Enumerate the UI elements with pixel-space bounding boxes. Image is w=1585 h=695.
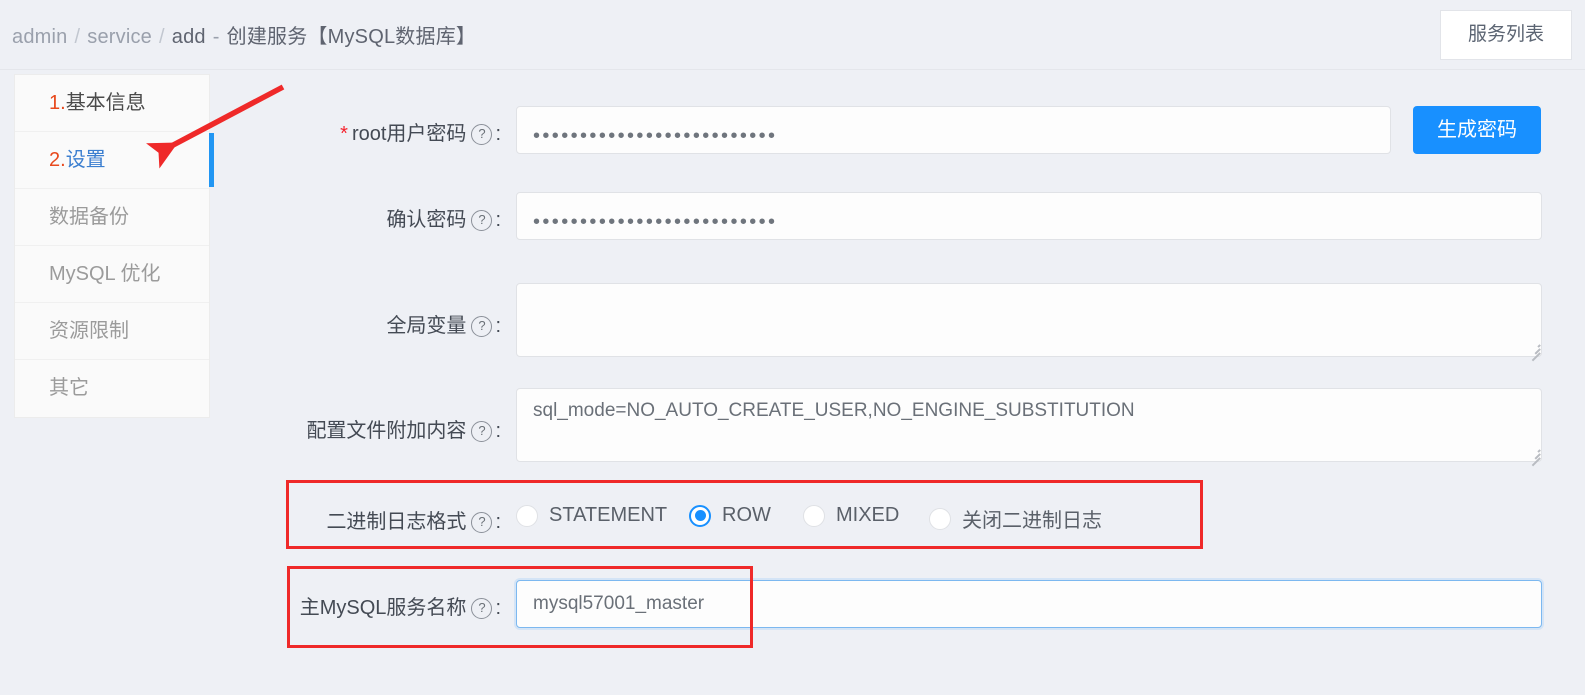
sidebar-item-other-label: 其它 bbox=[49, 377, 89, 399]
config-append-colon: : bbox=[495, 420, 501, 442]
confirm-password-label-text: 确认密码 bbox=[386, 209, 467, 231]
sidebar-item-basic-info-label: 基本信息 bbox=[65, 92, 146, 114]
master-service-name-input[interactable] bbox=[516, 580, 1542, 628]
help-icon[interactable]: ? bbox=[471, 210, 493, 231]
radio-option-off[interactable]: 关闭二进制日志 bbox=[929, 504, 1102, 533]
radio-option-off-label: 关闭二进制日志 bbox=[962, 510, 1102, 532]
radio-option-row[interactable]: ROW bbox=[689, 504, 771, 527]
sidebar-item-basic-info[interactable]: 1.基本信息 bbox=[15, 75, 209, 132]
required-asterisk: * bbox=[340, 123, 348, 145]
radio-circle-icon[interactable] bbox=[516, 504, 538, 527]
global-variables-label-text: 全局变量 bbox=[386, 315, 467, 337]
sidebar-item-mysql-optimize-label: MySQL 优化 bbox=[49, 263, 161, 285]
binlog-format-label-text: 二进制日志格式 bbox=[326, 511, 467, 533]
radio-option-mixed-label: MIXED bbox=[836, 504, 900, 526]
global-variables-label: 全局变量?: bbox=[386, 309, 501, 338]
sidebar-item-resource-limit-label: 资源限制 bbox=[49, 320, 129, 342]
config-append-label-text: 配置文件附加内容 bbox=[306, 420, 467, 442]
radio-option-row-label: ROW bbox=[722, 504, 771, 526]
radio-circle-icon[interactable] bbox=[803, 504, 825, 527]
root-password-label-text: root用户密码 bbox=[351, 123, 467, 145]
master-service-name-colon: : bbox=[495, 597, 501, 619]
breadcrumb-separator-2: / bbox=[159, 26, 165, 48]
config-append-label: 配置文件附加内容?: bbox=[306, 414, 501, 443]
radio-circle-selected-icon[interactable] bbox=[689, 504, 711, 527]
radio-circle-icon[interactable] bbox=[929, 507, 951, 530]
sidebar-item-settings-number: 2. bbox=[49, 149, 66, 171]
breadcrumb-item-add[interactable]: add bbox=[172, 26, 206, 48]
sidebar-item-basic-info-number: 1. bbox=[49, 92, 66, 114]
page-header: admin / service / add - 创建服务【MySQL数据库】 服务列表 bbox=[0, 0, 1585, 70]
help-icon[interactable]: ? bbox=[471, 316, 493, 337]
help-icon[interactable]: ? bbox=[471, 124, 493, 145]
step-sidebar: 1.基本信息 2.设置 数据备份 MySQL 优化 资源限制 其它 bbox=[14, 74, 210, 418]
breadcrumb-dash: - bbox=[212, 26, 220, 48]
breadcrumb: admin / service / add - 创建服务【MySQL数据库】 bbox=[12, 20, 476, 49]
active-step-indicator-bar bbox=[209, 133, 214, 187]
breadcrumb-item-admin[interactable]: admin bbox=[12, 26, 67, 48]
confirm-password-label: 确认密码?: bbox=[386, 203, 501, 232]
root-password-input[interactable]: •••••••••••••••••••••••••• bbox=[516, 106, 1391, 154]
global-variables-colon: : bbox=[495, 315, 501, 337]
page-title: 创建服务【MySQL数据库】 bbox=[226, 26, 477, 48]
confirm-password-masked-value: •••••••••••••••••••••••••• bbox=[533, 211, 778, 233]
help-icon[interactable]: ? bbox=[471, 421, 493, 442]
breadcrumb-separator-1: / bbox=[74, 26, 81, 48]
sidebar-item-data-backup[interactable]: 数据备份 bbox=[15, 189, 209, 246]
sidebar-item-resource-limit[interactable]: 资源限制 bbox=[15, 303, 209, 360]
sidebar-item-settings-label: 设置 bbox=[65, 149, 106, 171]
master-service-name-label: 主MySQL服务名称?: bbox=[300, 591, 501, 620]
generate-password-button[interactable]: 生成密码 bbox=[1413, 106, 1541, 154]
confirm-password-colon: : bbox=[495, 209, 501, 231]
sidebar-item-settings[interactable]: 2.设置 bbox=[15, 132, 209, 189]
help-icon[interactable]: ? bbox=[471, 598, 493, 619]
radio-option-statement-label: STATEMENT bbox=[549, 504, 668, 526]
radio-option-mixed[interactable]: MIXED bbox=[803, 504, 899, 527]
breadcrumb-item-service[interactable]: service bbox=[87, 26, 152, 48]
config-append-textarea[interactable] bbox=[516, 388, 1542, 462]
sidebar-item-other[interactable]: 其它 bbox=[15, 360, 209, 417]
global-variables-textarea[interactable] bbox=[516, 283, 1542, 357]
root-password-masked-value: •••••••••••••••••••••••••• bbox=[533, 125, 778, 147]
binlog-format-label: 二进制日志格式?: bbox=[326, 505, 501, 534]
radio-option-statement[interactable]: STATEMENT bbox=[516, 504, 667, 527]
sidebar-item-data-backup-label: 数据备份 bbox=[49, 206, 129, 228]
binlog-format-colon: : bbox=[495, 511, 501, 533]
help-icon[interactable]: ? bbox=[471, 512, 493, 533]
master-service-name-label-text: 主MySQL服务名称 bbox=[299, 597, 467, 619]
root-password-colon: : bbox=[495, 123, 501, 145]
sidebar-item-mysql-optimize[interactable]: MySQL 优化 bbox=[15, 246, 209, 303]
root-password-label: * root用户密码?: bbox=[340, 117, 501, 146]
confirm-password-input[interactable]: •••••••••••••••••••••••••• bbox=[516, 192, 1542, 240]
service-list-button[interactable]: 服务列表 bbox=[1440, 10, 1572, 60]
